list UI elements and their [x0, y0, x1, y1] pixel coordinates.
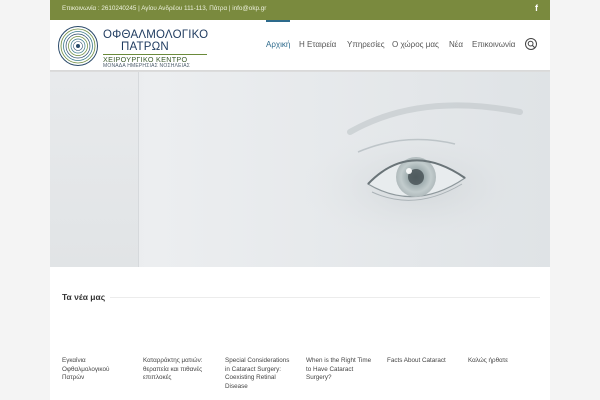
nav-item-our-space[interactable]: Ο χώρος μας: [392, 40, 439, 49]
news-item[interactable]: Καταρράκτης ματιών: θεραπεία και πιθανές…: [143, 357, 213, 383]
nav-item-home[interactable]: Αρχική: [266, 40, 290, 49]
hero-eye-image: [300, 102, 540, 247]
news-item[interactable]: Εγκαίνια Οφθαλμολογικού Πατρών: [62, 357, 132, 383]
nav-active-indicator: [266, 20, 290, 22]
hero-slider[interactable]: [50, 72, 550, 267]
news-section: Τα νέα μας Εγκαίνια Οφθαλμολογικού Πατρώ…: [50, 267, 550, 400]
facebook-icon[interactable]: f: [535, 3, 538, 13]
site-logo[interactable]: ΟΦΘΑΛΜΟΛΟΓΙΚΟ ΠΑΤΡΩΝ ΧΕΙΡΟΥΡΓΙΚΟ ΚΕΝΤΡΟ …: [57, 25, 209, 69]
search-icon[interactable]: [525, 38, 537, 50]
news-item[interactable]: Special Considerations in Cataract Surge…: [225, 357, 295, 392]
news-section-title: Τα νέα μας: [62, 292, 106, 302]
nav-item-contact[interactable]: Επικοινωνία: [472, 40, 515, 49]
nav-item-services[interactable]: Υπηρεσίες: [347, 40, 385, 49]
news-item[interactable]: When is the Right Time to Have Cataract …: [306, 357, 376, 383]
contact-info: Επικοινωνία : 2610240245 | Αγίου Ανδρέου…: [62, 5, 267, 12]
logo-tagline: ΜΟΝΑΔΑ ΗΜΕΡΗΣΙΑΣ ΝΟΣΗΛΕΙΑΣ: [103, 63, 191, 69]
nav-item-news[interactable]: Νέα: [449, 40, 463, 49]
logo-mark-icon: [58, 26, 98, 66]
top-bar: Επικοινωνία : 2610240245 | Αγίου Ανδρέου…: [50, 0, 550, 20]
nav-item-company[interactable]: Η Εταιρεία: [299, 40, 336, 49]
logo-title-line1: ΟΦΘΑΛΜΟΛΟΓΙΚΟ: [103, 29, 209, 41]
news-item[interactable]: Καλώς ήρθατε: [468, 357, 538, 366]
site-header: ΟΦΘΑΛΜΟΛΟΓΙΚΟ ΠΑΤΡΩΝ ΧΕΙΡΟΥΡΓΙΚΟ ΚΕΝΤΡΟ …: [50, 20, 550, 70]
news-item[interactable]: Facts About Cataract: [387, 357, 457, 366]
logo-title-line2: ΠΑΤΡΩΝ: [121, 41, 169, 53]
news-divider: [110, 297, 540, 298]
